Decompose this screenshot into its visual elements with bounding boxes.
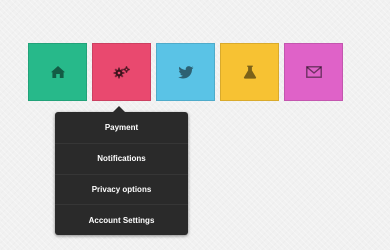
mail-tile[interactable] [284,43,343,101]
icon-tile-bar [28,43,343,101]
flask-icon [243,65,257,79]
twitter-tile[interactable] [156,43,215,101]
gears-icon [113,65,131,79]
lab-tile[interactable] [220,43,279,101]
twitter-bird-icon [177,65,194,79]
settings-tile[interactable] [92,43,151,101]
menu-item-payment[interactable]: Payment [55,112,188,143]
envelope-icon [305,66,322,78]
menu-item-account-settings[interactable]: Account Settings [55,204,188,235]
home-tile[interactable] [28,43,87,101]
settings-dropdown-menu: Payment Notifications Privacy options Ac… [55,106,188,235]
menu-item-notifications[interactable]: Notifications [55,142,188,174]
menu-item-privacy-options[interactable]: Privacy options [55,173,188,205]
home-icon [50,65,66,79]
